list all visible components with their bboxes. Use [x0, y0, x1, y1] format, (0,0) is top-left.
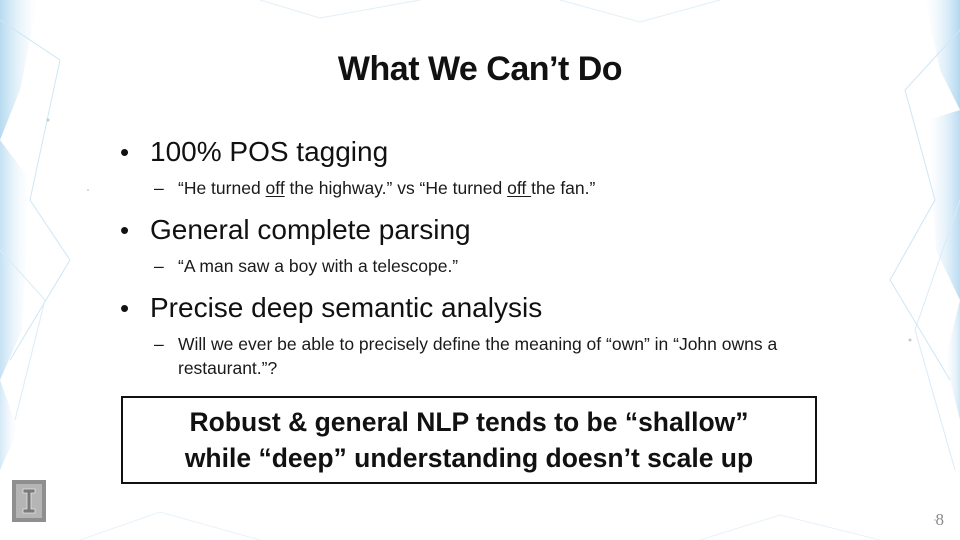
bullet-text: General complete parsing	[118, 212, 838, 248]
underlined-word: off	[507, 178, 532, 198]
university-logo-icon	[12, 480, 46, 522]
sub-text-part: the fan.”	[531, 178, 596, 198]
page-number: 8	[935, 510, 945, 529]
sub-text-part: the highway.” vs “He turned	[284, 178, 508, 198]
callout-line: while “deep” understanding doesn’t scale…	[184, 443, 754, 473]
bullet-text: 100% POS tagging	[118, 134, 838, 170]
bullet-item-semantics: Precise deep semantic analysis Will we e…	[118, 290, 838, 380]
sub-bullet-parsing-example: “A man saw a boy with a telescope.”	[154, 254, 838, 278]
callout-box: Robust & general NLP tends to be “shallo…	[121, 396, 817, 484]
bullet-text: Precise deep semantic analysis	[118, 290, 838, 326]
bullet-list: 100% POS tagging “He turned off the high…	[118, 134, 838, 392]
sub-bullet-semantics-example: Will we ever be able to precisely define…	[154, 332, 838, 380]
block-i-icon	[22, 488, 36, 514]
sub-bullet-pos-example: “He turned off the highway.” vs “He turn…	[154, 176, 838, 200]
sub-text-part: “He turned	[178, 178, 266, 198]
bullet-item-pos-tagging: 100% POS tagging “He turned off the high…	[118, 134, 838, 200]
bullet-item-parsing: General complete parsing “A man saw a bo…	[118, 212, 838, 278]
underlined-word: off	[265, 178, 285, 198]
slide-title: What We Can’t Do	[337, 50, 623, 88]
callout-line: Robust & general NLP tends to be “shallo…	[189, 407, 749, 437]
